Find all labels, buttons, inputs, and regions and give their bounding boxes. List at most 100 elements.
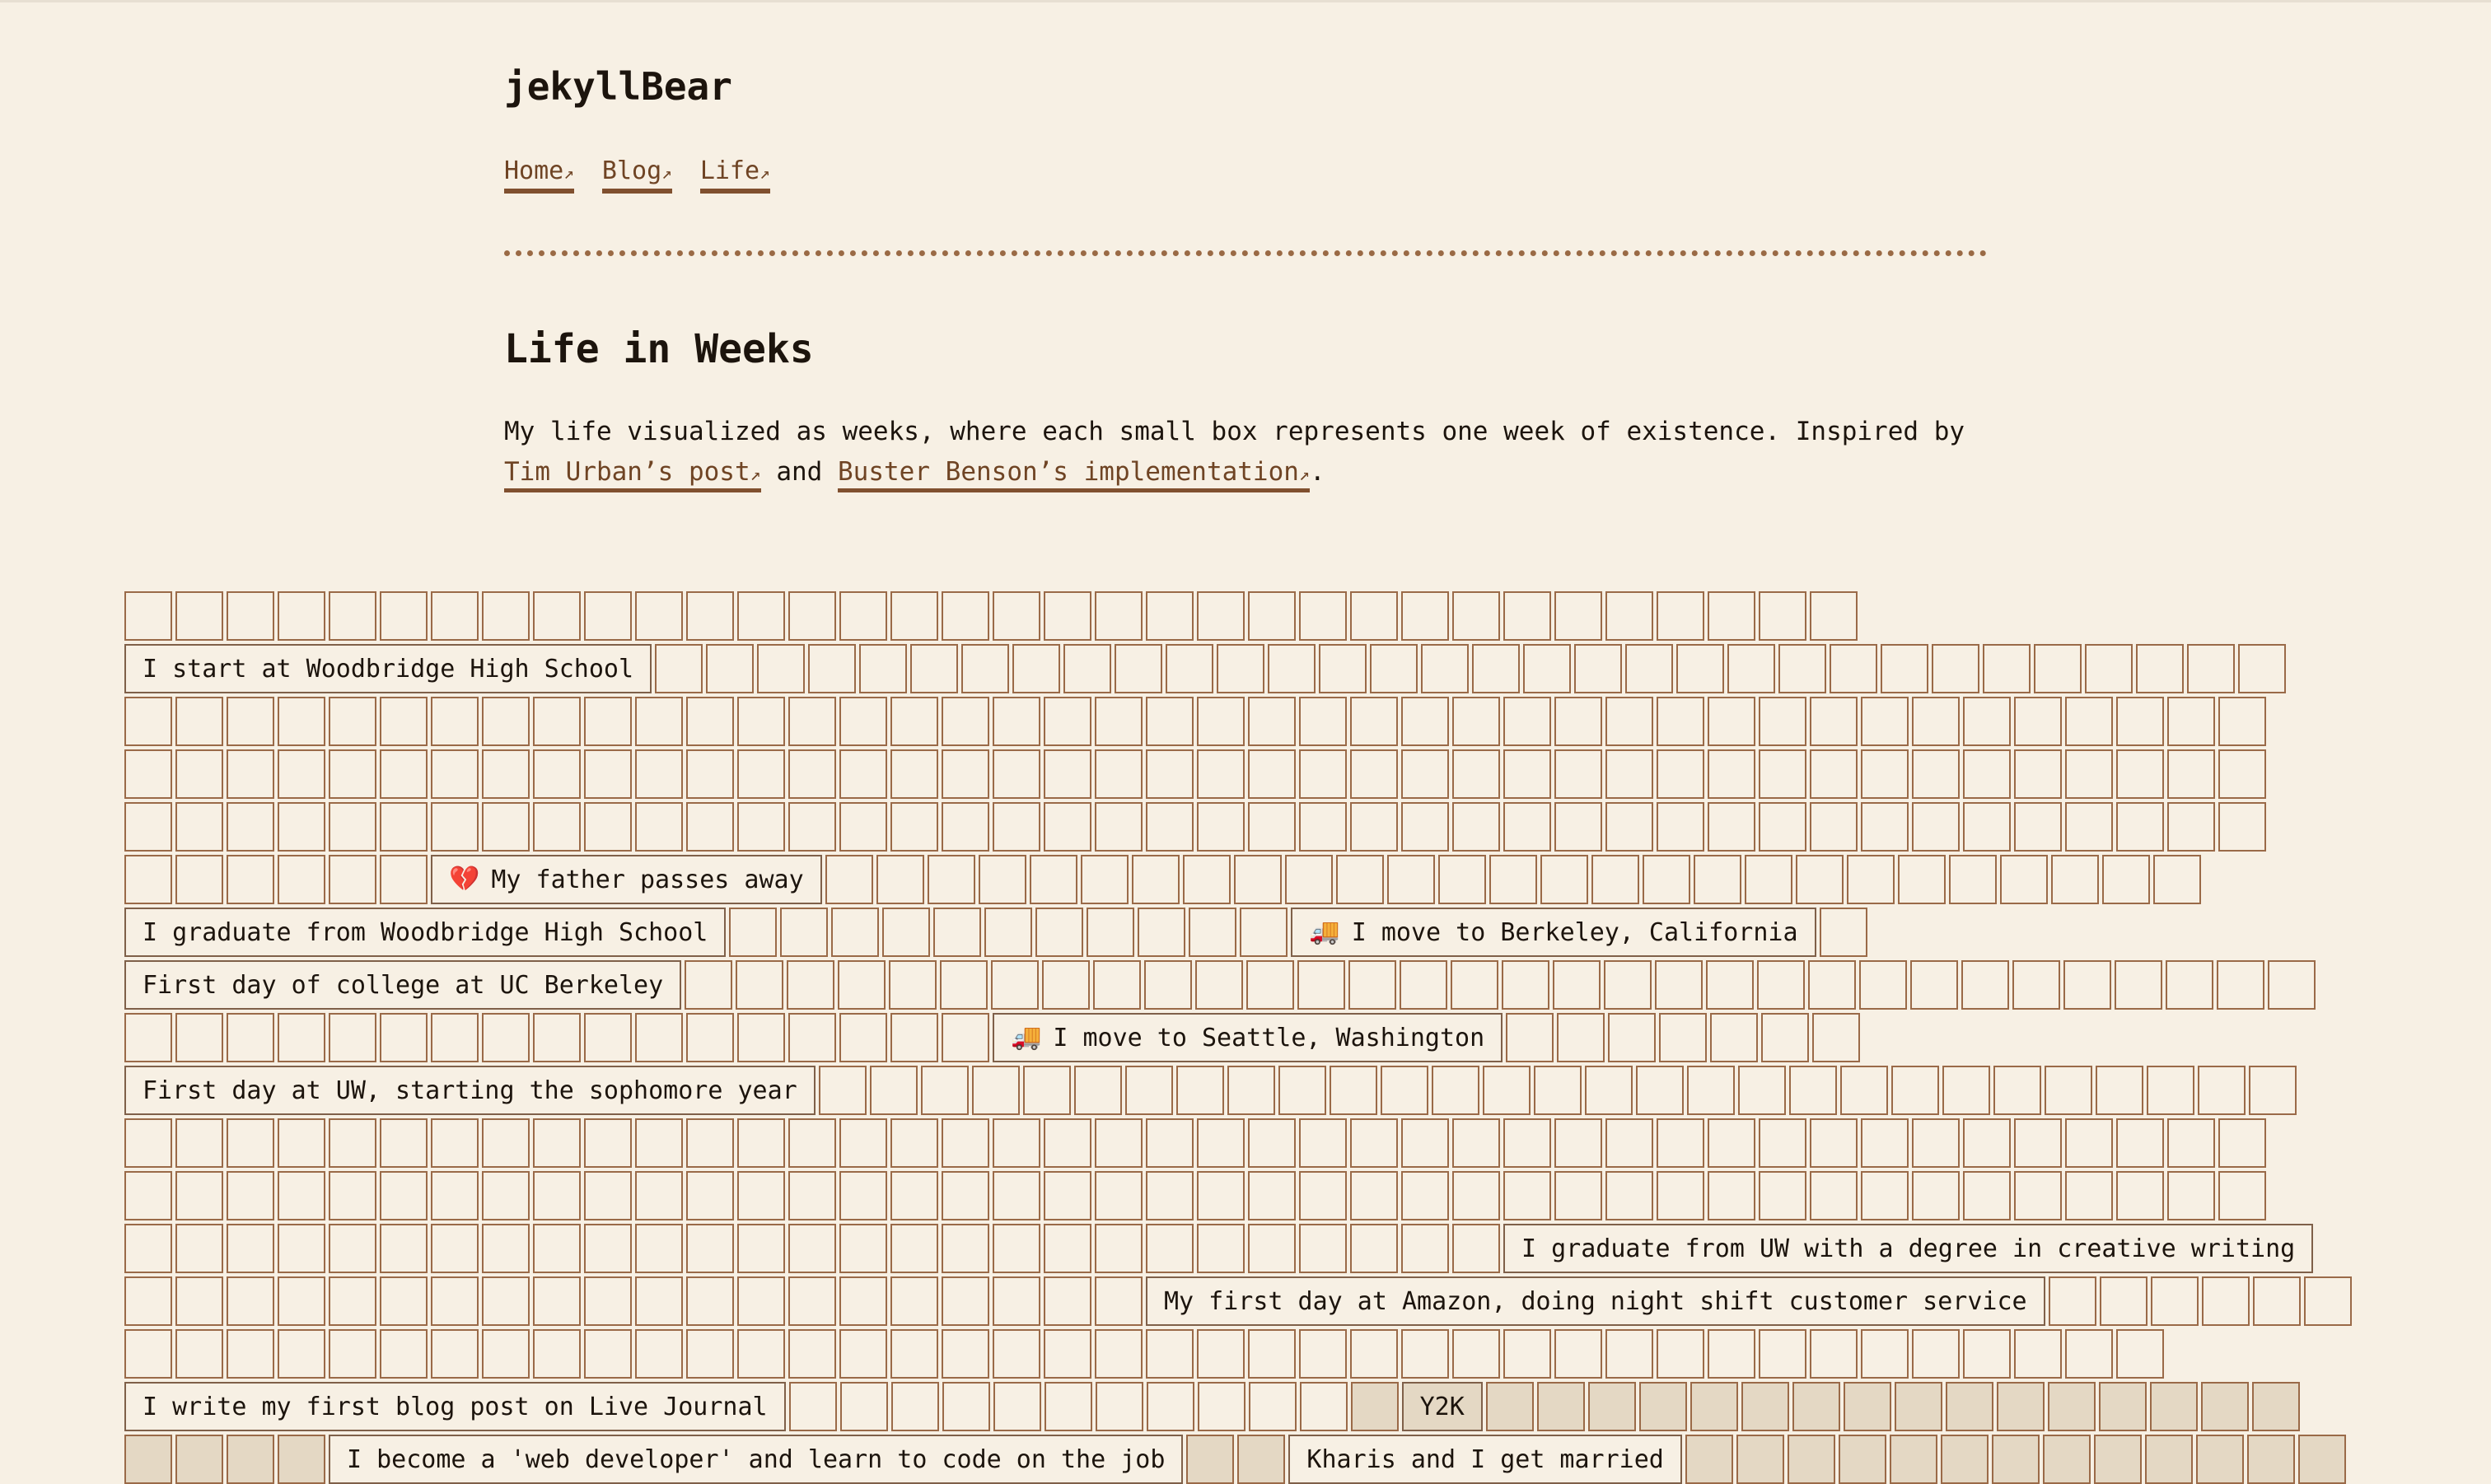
week-box — [1485, 1382, 1534, 1431]
week-box — [788, 1118, 836, 1168]
week-box — [227, 1329, 274, 1379]
week-box — [993, 697, 1040, 746]
week-box — [380, 802, 428, 852]
week-box — [2116, 697, 2164, 746]
life-event[interactable]: I write my first blog post on Live Journ… — [124, 1382, 786, 1431]
week-box — [890, 749, 938, 799]
week-box — [1278, 1066, 1326, 1115]
week-box — [1421, 644, 1470, 693]
week-box — [2014, 749, 2062, 799]
week-box — [1437, 855, 1486, 904]
week-box — [1605, 802, 1653, 852]
week-box — [993, 1224, 1040, 1273]
week-box — [584, 1276, 632, 1326]
life-event[interactable]: I start at Woodbridge High School — [124, 644, 652, 693]
week-box — [1095, 1276, 1143, 1326]
week-box — [869, 1066, 918, 1115]
week-box — [584, 591, 632, 641]
week-box — [1810, 697, 1858, 746]
header-divider — [504, 250, 1987, 256]
life-event[interactable]: First day at UW, starting the sophomore … — [124, 1066, 816, 1115]
week-box — [1838, 1435, 1886, 1484]
life-event[interactable]: I graduate from UW with a degree in crea… — [1503, 1224, 2314, 1273]
life-event[interactable]: 💔 My father passes away — [431, 855, 822, 904]
life-event[interactable]: Kharis and I get married — [1288, 1435, 1682, 1484]
week-box — [584, 1171, 632, 1220]
week-box — [1044, 591, 1091, 641]
week-box — [993, 591, 1040, 641]
week-box — [1843, 1382, 1891, 1431]
week-box — [961, 644, 1010, 693]
week-box — [431, 1013, 479, 1062]
site-title[interactable]: jekyllBear — [504, 68, 732, 105]
week-box — [533, 749, 581, 799]
week-box — [1482, 1066, 1531, 1115]
week-box — [533, 1118, 581, 1168]
week-box — [1912, 802, 1960, 852]
week-box — [686, 802, 734, 852]
week-box — [1248, 802, 1296, 852]
buster-benson-implementation-link[interactable]: Buster Benson’s implementation↗ — [838, 457, 1310, 492]
week-box — [1605, 1329, 1653, 1379]
week-box — [1299, 1382, 1348, 1431]
week-box — [1963, 1329, 2011, 1379]
week-box — [1063, 644, 1112, 693]
week-box — [2218, 1171, 2266, 1220]
nav-home-link[interactable]: Home↗ — [504, 156, 574, 194]
week-box — [380, 1276, 428, 1326]
week-box — [635, 697, 683, 746]
week-box — [1642, 855, 1690, 904]
week-box — [635, 802, 683, 852]
week-box — [831, 908, 880, 957]
week-box — [1689, 1382, 1738, 1431]
week-box — [1859, 960, 1908, 1010]
week-box — [431, 591, 479, 641]
tim-urban-post-link[interactable]: Tim Urban’s post↗ — [504, 457, 761, 492]
week-box — [329, 1013, 376, 1062]
week-box — [1370, 644, 1418, 693]
week-box — [2248, 1066, 2297, 1115]
life-event[interactable]: I become a 'web developer' and learn to … — [329, 1435, 1184, 1484]
week-box — [533, 1171, 581, 1220]
week-box — [1708, 591, 1755, 641]
life-event[interactable]: Y2K — [1401, 1382, 1483, 1431]
week-box — [2217, 960, 2265, 1010]
nav-blog-link[interactable]: Blog↗ — [601, 156, 672, 194]
week-box — [1095, 1171, 1143, 1220]
life-event[interactable]: 🚚 I move to Berkeley, California — [1291, 908, 1816, 957]
week-box — [940, 960, 988, 1010]
week-box — [1503, 591, 1551, 641]
life-event-label: I graduate from Woodbridge High School — [143, 917, 708, 947]
nav-life-link[interactable]: Life↗ — [699, 156, 770, 194]
week-box — [1659, 1013, 1708, 1062]
week-box — [1605, 697, 1653, 746]
week-box — [329, 855, 376, 904]
life-event[interactable]: My first day at Amazon, doing night shif… — [1146, 1276, 2045, 1326]
life-event[interactable]: First day of college at UC Berkeley — [124, 960, 682, 1010]
week-box — [890, 1382, 939, 1431]
week-box — [533, 1329, 581, 1379]
week-box — [685, 960, 733, 1010]
week-box — [942, 591, 989, 641]
week-box — [2116, 749, 2164, 799]
week-box — [1657, 697, 1704, 746]
life-event[interactable]: 🚚 I move to Seattle, Washington — [993, 1013, 1503, 1062]
external-arrow-icon: ↗ — [750, 464, 761, 485]
week-box — [890, 802, 938, 852]
week-box — [1400, 960, 1448, 1010]
life-event[interactable]: I graduate from Woodbridge High School — [124, 908, 727, 957]
week-box — [1350, 1171, 1398, 1220]
week-box — [1175, 1066, 1224, 1115]
week-box — [1248, 1382, 1297, 1431]
week-box — [839, 591, 887, 641]
week-box — [993, 802, 1040, 852]
week-box — [1744, 855, 1792, 904]
week-box — [1246, 960, 1295, 1010]
week-box — [978, 855, 1026, 904]
week-box — [1350, 1118, 1398, 1168]
week-box — [1044, 802, 1091, 852]
week-box — [825, 855, 873, 904]
week-box — [1810, 591, 1858, 641]
week-box — [1554, 802, 1602, 852]
week-box — [1912, 697, 1960, 746]
